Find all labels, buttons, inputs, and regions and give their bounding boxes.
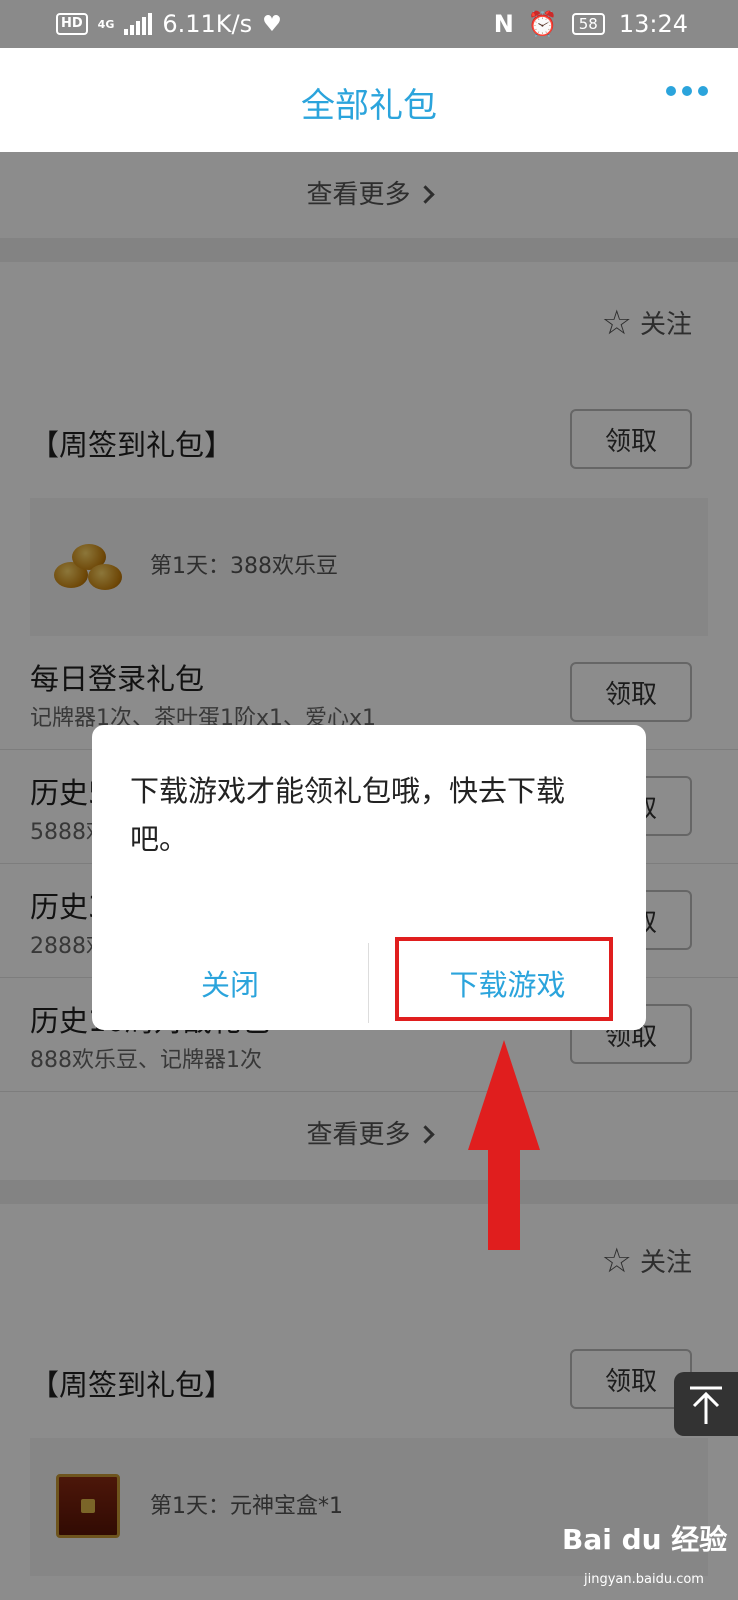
dialog-message: 下载游戏才能领礼包哦，快去下载吧。 bbox=[130, 774, 566, 856]
signal-icon bbox=[124, 13, 153, 35]
battery-icon: 58 bbox=[571, 13, 605, 35]
highlight-box bbox=[395, 937, 613, 1021]
back-to-top-button[interactable] bbox=[674, 1372, 738, 1436]
clock: 13:24 bbox=[618, 10, 688, 38]
watermark-url: jingyan.baidu.com bbox=[584, 1572, 704, 1587]
baidu-watermark-logo: Bai du 经验 bbox=[562, 1523, 728, 1556]
red-arrow-icon bbox=[468, 1040, 540, 1250]
status-bar: HD 4G 6.11K/s ♥ N ⏰ 58 13:24 bbox=[0, 0, 738, 48]
network-speed: 6.11K/s bbox=[162, 10, 253, 38]
alarm-icon: ⏰ bbox=[527, 10, 558, 38]
hd-badge: HD bbox=[56, 13, 88, 35]
more-options-icon[interactable] bbox=[666, 86, 708, 96]
nfc-icon: N bbox=[493, 10, 514, 38]
heart-rate-icon: ♥ bbox=[262, 11, 282, 37]
network-type: 4G bbox=[97, 17, 115, 31]
close-button[interactable]: 关闭 bbox=[92, 937, 368, 1029]
nav-bar: 全部礼包 bbox=[0, 48, 738, 152]
page-title: 全部礼包 bbox=[301, 86, 437, 126]
arrow-up-icon bbox=[690, 1386, 722, 1424]
